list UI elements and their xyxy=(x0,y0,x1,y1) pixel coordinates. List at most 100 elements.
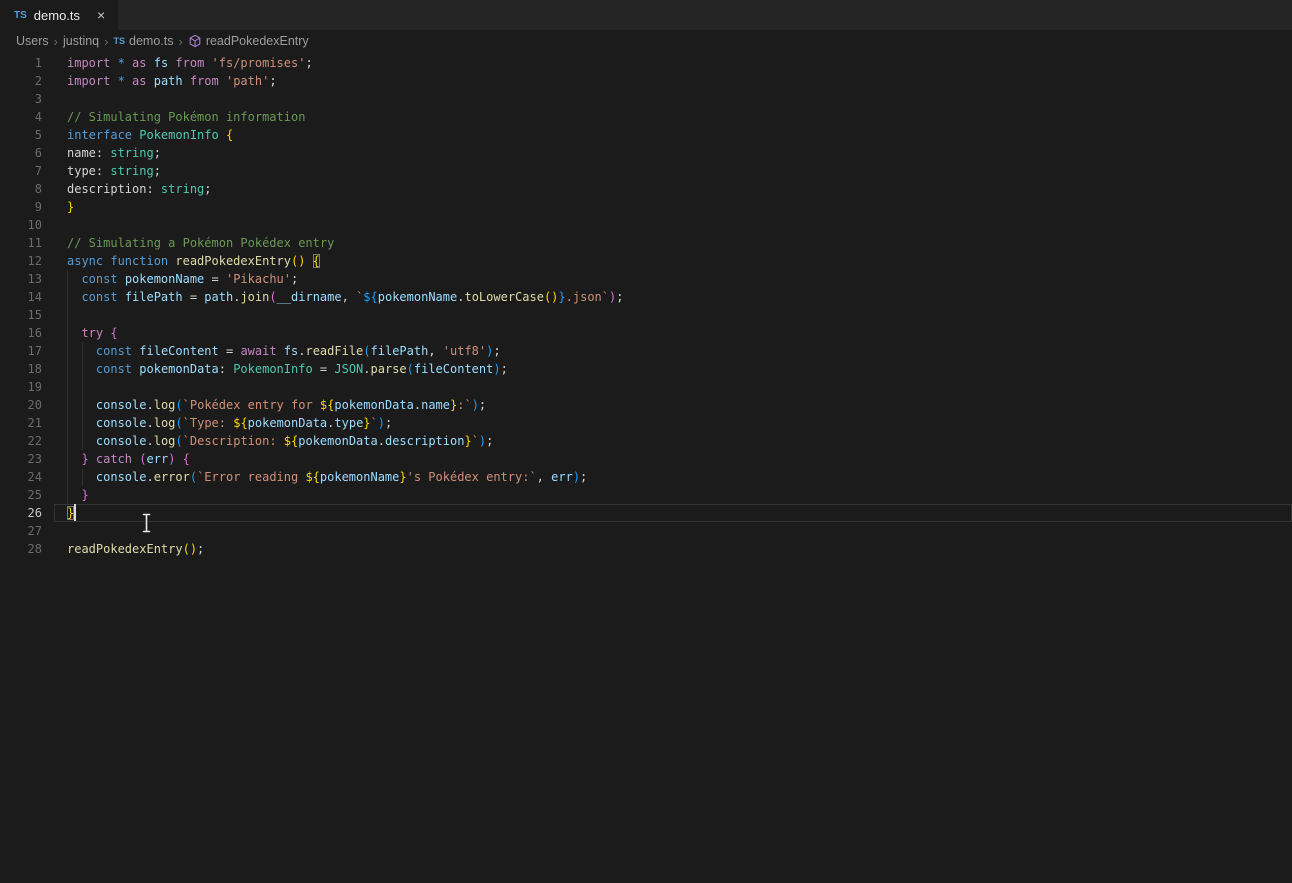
line-number[interactable]: 7 xyxy=(0,162,54,180)
code-line-content[interactable]: // Simulating a Pokémon Pokédex entry xyxy=(54,234,1292,252)
breadcrumb-item-justinq[interactable]: justinq xyxy=(63,34,99,48)
line-number[interactable]: 27 xyxy=(0,522,54,540)
code-token: ; xyxy=(493,344,500,358)
breadcrumb-item-demo.ts[interactable]: TSdemo.ts xyxy=(113,34,173,48)
line-number[interactable]: 19 xyxy=(0,378,54,396)
line-number[interactable]: 11 xyxy=(0,234,54,252)
line-number[interactable]: 28 xyxy=(0,540,54,558)
code-line-content[interactable]: console.log(`Description: ${pokemonData.… xyxy=(54,432,1292,450)
code-token: err xyxy=(551,470,573,484)
code-line-content[interactable]: } xyxy=(54,504,1292,522)
code-line: 24 console.error(`Error reading ${pokemo… xyxy=(0,468,1292,486)
code-line: 19 xyxy=(0,378,1292,396)
code-line: 11// Simulating a Pokémon Pokédex entry xyxy=(0,234,1292,252)
code-line: 20 console.log(`Pokédex entry for ${poke… xyxy=(0,396,1292,414)
code-token: ${ xyxy=(284,434,298,448)
code-token: } xyxy=(67,506,74,520)
line-number[interactable]: 15 xyxy=(0,306,54,324)
code-line: 10 xyxy=(0,216,1292,234)
code-token: * xyxy=(118,56,132,70)
code-line: 25 } xyxy=(0,486,1292,504)
line-number[interactable]: 18 xyxy=(0,360,54,378)
code-line-content[interactable]: try { xyxy=(54,324,1292,342)
code-line: 7type: string; xyxy=(0,162,1292,180)
line-number[interactable]: 13 xyxy=(0,270,54,288)
code-line-content[interactable]: const filePath = path.join(__dirname, `$… xyxy=(54,288,1292,306)
code-line-content[interactable]: async function readPokedexEntry() { xyxy=(54,252,1292,270)
code-line-content[interactable]: } catch (err) { xyxy=(54,450,1292,468)
code-token: ; xyxy=(385,416,392,430)
line-number[interactable]: 21 xyxy=(0,414,54,432)
code-line-content[interactable]: type: string; xyxy=(54,162,1292,180)
breadcrumb-item-readpokedexentry[interactable]: readPokedexEntry xyxy=(188,34,309,48)
code-line-content[interactable]: } xyxy=(54,198,1292,216)
code-line-content[interactable]: description: string; xyxy=(54,180,1292,198)
line-number[interactable]: 4 xyxy=(0,108,54,126)
code-line-content[interactable]: console.error(`Error reading ${pokemonNa… xyxy=(54,468,1292,486)
code-token: path xyxy=(204,290,233,304)
line-number[interactable]: 23 xyxy=(0,450,54,468)
line-number[interactable]: 25 xyxy=(0,486,54,504)
line-number[interactable]: 10 xyxy=(0,216,54,234)
tab-demo-ts[interactable]: TS demo.ts × xyxy=(0,0,118,30)
line-number[interactable]: 6 xyxy=(0,144,54,162)
code-line-content[interactable]: import * as fs from 'fs/promises'; xyxy=(54,54,1292,72)
breadcrumb-separator-icon: › xyxy=(104,34,108,49)
code-line-content[interactable]: // Simulating Pokémon information xyxy=(54,108,1292,126)
code-token: ; xyxy=(154,146,161,160)
code-line-content[interactable]: name: string; xyxy=(54,144,1292,162)
code-token xyxy=(67,272,81,286)
line-number[interactable]: 2 xyxy=(0,72,54,90)
line-number[interactable]: 20 xyxy=(0,396,54,414)
code-token: = xyxy=(204,272,226,286)
code-token: = xyxy=(219,344,241,358)
code-token: = xyxy=(313,362,335,376)
breadcrumb-item-users[interactable]: Users xyxy=(16,34,49,48)
code-line-content[interactable]: import * as path from 'path'; xyxy=(54,72,1292,90)
close-icon[interactable]: × xyxy=(95,7,107,23)
line-number[interactable]: 16 xyxy=(0,324,54,342)
line-number[interactable]: 22 xyxy=(0,432,54,450)
code-line: 13 const pokemonName = 'Pikachu'; xyxy=(0,270,1292,288)
code-token: log xyxy=(154,398,176,412)
code-line-content[interactable]: const pokemonName = 'Pikachu'; xyxy=(54,270,1292,288)
code-line-content[interactable]: console.log(`Pokédex entry for ${pokemon… xyxy=(54,396,1292,414)
line-number[interactable]: 14 xyxy=(0,288,54,306)
code-editor[interactable]: 1import * as fs from 'fs/promises';2impo… xyxy=(0,52,1292,883)
indent-guide xyxy=(82,342,83,450)
line-number[interactable]: 24 xyxy=(0,468,54,486)
code-token: as xyxy=(132,74,154,88)
code-line-content[interactable] xyxy=(54,306,1292,324)
breadcrumb-label: justinq xyxy=(63,34,99,48)
code-line-content[interactable] xyxy=(54,216,1292,234)
line-number[interactable]: 5 xyxy=(0,126,54,144)
code-token: try xyxy=(81,326,110,340)
code-token: :` xyxy=(457,398,471,412)
code-token: ( xyxy=(139,452,146,466)
line-number[interactable]: 8 xyxy=(0,180,54,198)
code-line-content[interactable]: readPokedexEntry(); xyxy=(54,540,1292,558)
code-token: fs xyxy=(284,344,298,358)
line-number[interactable]: 12 xyxy=(0,252,54,270)
code-line-content[interactable]: const fileContent = await fs.readFile(fi… xyxy=(54,342,1292,360)
code-line-content[interactable] xyxy=(54,522,1292,540)
code-token: err xyxy=(147,452,169,466)
code-line-content[interactable]: interface PokemonInfo { xyxy=(54,126,1292,144)
code-token: = xyxy=(183,290,205,304)
line-number[interactable]: 26 xyxy=(0,504,54,522)
line-number[interactable]: 17 xyxy=(0,342,54,360)
line-number[interactable]: 9 xyxy=(0,198,54,216)
code-line-content[interactable]: } xyxy=(54,486,1292,504)
code-token: pokemonData xyxy=(248,416,327,430)
code-line-content[interactable] xyxy=(54,90,1292,108)
line-number[interactable]: 3 xyxy=(0,90,54,108)
code-token xyxy=(175,452,182,466)
code-line-content[interactable]: const pokemonData: PokemonInfo = JSON.pa… xyxy=(54,360,1292,378)
line-number[interactable]: 1 xyxy=(0,54,54,72)
code-token: ) xyxy=(573,470,580,484)
code-token xyxy=(67,488,81,502)
code-token: 'fs/promises' xyxy=(212,56,306,70)
code-token: PokemonInfo xyxy=(233,362,312,376)
code-line-content[interactable] xyxy=(54,378,1292,396)
code-line-content[interactable]: console.log(`Type: ${pokemonData.type}`)… xyxy=(54,414,1292,432)
